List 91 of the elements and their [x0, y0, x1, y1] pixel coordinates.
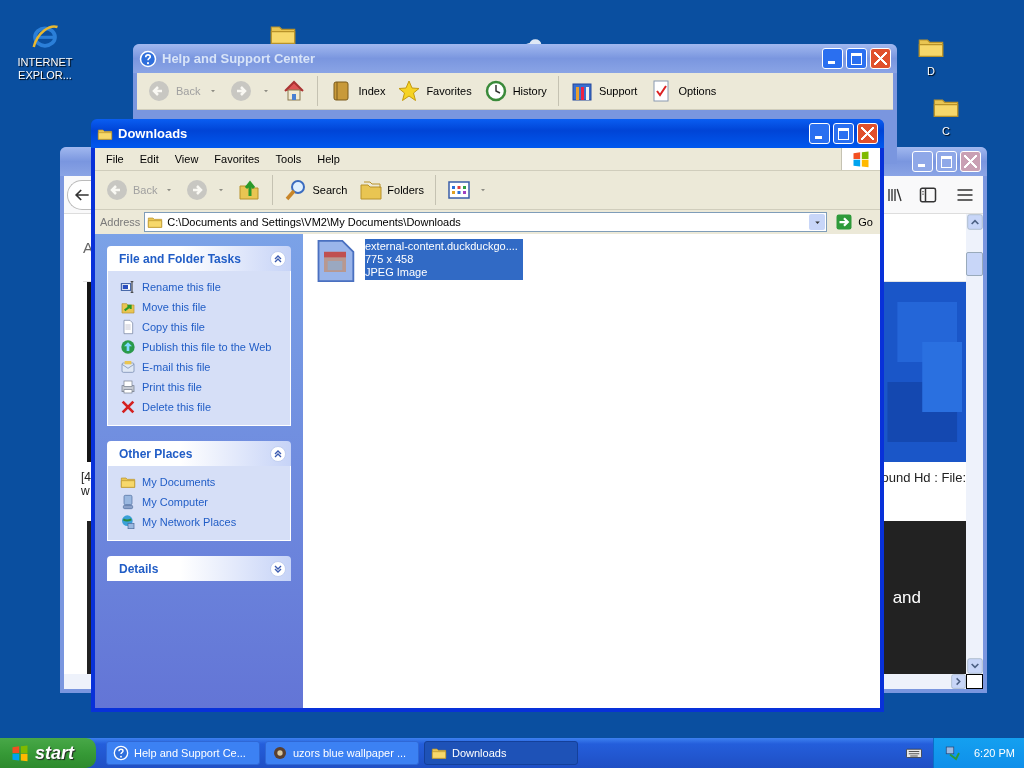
caption-text: w	[81, 484, 91, 498]
task-link[interactable]: My Computer	[142, 496, 209, 508]
help-icon	[113, 745, 129, 761]
icon-label[interactable]: C	[942, 125, 950, 138]
task-link[interactable]: E-mail this file	[142, 361, 211, 373]
windows-logo-icon	[851, 149, 871, 169]
caption-text: [4	[81, 470, 91, 484]
panel-header[interactable]: File and Folder Tasks	[107, 246, 291, 271]
file-dimensions: 775 x 458	[365, 253, 415, 266]
file-name: external-content.duckduckgo....	[365, 240, 519, 253]
rename-icon	[120, 279, 136, 295]
taskbar-button[interactable]: Downloads	[424, 741, 578, 765]
chevron-up-icon[interactable]	[269, 249, 287, 268]
folder-icon	[147, 214, 164, 230]
computer-icon	[120, 494, 136, 510]
clock-icon	[483, 79, 508, 103]
caret-icon	[217, 186, 226, 194]
banner-text: and	[892, 587, 921, 608]
back-button[interactable]	[67, 179, 91, 210]
network-status-icon[interactable]	[944, 744, 962, 762]
globe-icon	[120, 339, 136, 355]
start-button[interactable]: start	[0, 738, 96, 768]
search-button[interactable]: Search	[280, 175, 352, 205]
dropdown-button[interactable]	[809, 214, 826, 230]
options-button[interactable]: Options	[645, 76, 721, 106]
file-type: JPEG Image	[365, 266, 429, 279]
caret-icon	[479, 186, 487, 194]
task-link[interactable]: My Network Places	[142, 516, 237, 528]
index-button[interactable]: Index	[325, 76, 390, 106]
task-link[interactable]: Move this file	[142, 301, 207, 313]
close-button[interactable]	[857, 123, 878, 144]
address-text: C:\Documents and Settings\VM2\My Documents\Downloads	[167, 216, 461, 228]
menu-item[interactable]: Edit	[131, 153, 167, 165]
star-icon	[397, 79, 422, 103]
views-icon	[447, 178, 471, 202]
scroll-down-icon	[966, 658, 983, 674]
folders-icon	[359, 178, 384, 202]
address-field[interactable]: C:\Documents and Settings\VM2\My Documents\Downloads	[144, 212, 828, 232]
horizontal-scrollbar[interactable]	[882, 674, 966, 689]
vertical-scrollbar[interactable]	[966, 214, 983, 674]
menu-item[interactable]: Tools	[267, 153, 310, 165]
folder-icon	[431, 745, 447, 761]
address-label: Address	[100, 216, 141, 228]
task-link[interactable]: Copy this file	[142, 321, 205, 333]
email-icon	[120, 359, 136, 375]
up-folder-icon	[237, 178, 262, 202]
favorites-button[interactable]: Favorites	[393, 76, 476, 106]
menu-item[interactable]: View	[166, 153, 207, 165]
maximize-button[interactable]	[833, 123, 854, 144]
task-link[interactable]: Publish this file to the Web	[142, 341, 272, 353]
icon-label[interactable]: D	[927, 65, 935, 78]
window-title: Help and Support Center	[162, 51, 317, 66]
history-button[interactable]: History	[479, 76, 551, 106]
copy-file-icon	[120, 319, 136, 335]
panel-header[interactable]: Details	[107, 556, 291, 581]
taskbar-button[interactable]: Help and Support Ce...	[106, 741, 260, 765]
task-link[interactable]: My Documents	[142, 476, 216, 488]
printer-icon	[120, 379, 136, 395]
caret-icon	[209, 87, 218, 95]
scrollbar-corner	[966, 674, 983, 689]
windows-flag-icon	[10, 743, 30, 763]
delete-icon	[120, 399, 136, 415]
minimize-button[interactable]	[809, 123, 830, 144]
go-button[interactable]: Go	[831, 211, 877, 233]
taskbar-button[interactable]: uzors blue wallpaper ...	[265, 741, 419, 765]
scroll-up-icon	[966, 214, 983, 230]
icon-label[interactable]: INTERNET EXPLOR...	[9, 56, 81, 82]
folders-button[interactable]: Folders	[355, 175, 428, 205]
panel-title: Details	[119, 561, 159, 576]
task-link[interactable]: Rename this file	[142, 281, 221, 293]
network-icon	[120, 514, 136, 530]
menu-item[interactable]: Favorites	[206, 153, 268, 165]
scroll-thumb[interactable]	[966, 252, 983, 276]
scroll-right-icon	[951, 674, 966, 689]
caret-icon	[262, 87, 271, 95]
folder-icon	[120, 474, 136, 490]
menu-item[interactable]: Help	[309, 153, 348, 165]
chevron-up-icon[interactable]	[269, 444, 287, 463]
caret-icon	[165, 186, 174, 194]
panel-title: Other Places	[119, 446, 193, 461]
menu-item[interactable]: File	[98, 153, 132, 165]
panel-header[interactable]: Other Places	[107, 441, 291, 466]
app-icon	[272, 745, 288, 761]
chevron-down-icon[interactable]	[269, 559, 287, 578]
task-link[interactable]: Delete this file	[142, 401, 212, 413]
panel-title: File and Folder Tasks	[119, 251, 241, 266]
task-link[interactable]: Print this file	[142, 381, 202, 393]
window-title: Downloads	[118, 126, 189, 141]
support-button[interactable]: Support	[565, 76, 642, 106]
file-label[interactable]: external-content.duckduckgo.... 775 x 458 JPEG Image	[365, 239, 523, 280]
help-icon	[139, 49, 157, 68]
